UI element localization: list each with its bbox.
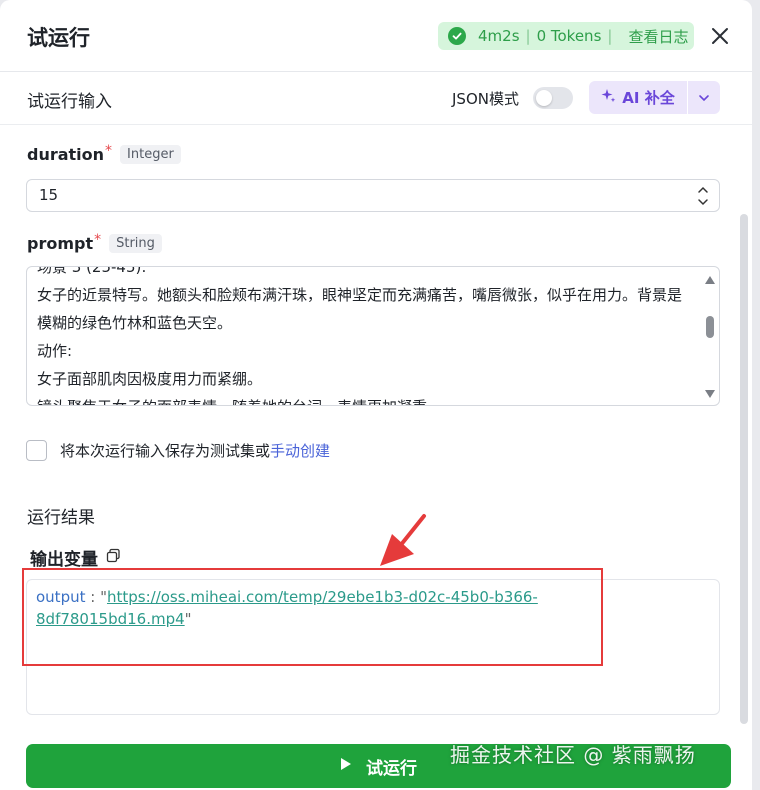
chevron-down-icon <box>699 94 709 101</box>
test-run-label: 试运行 <box>366 758 417 779</box>
save-testset-text: 将本次运行输入保存为测试集或 <box>60 442 271 460</box>
json-mode-toggle[interactable] <box>533 87 573 109</box>
prompt-field-label: prompt * String <box>27 231 162 253</box>
panel-title: 试运行 <box>27 26 90 50</box>
ai-complete-button[interactable]: AI 补全 <box>589 81 687 114</box>
run-status-badge: 4m2s | 0 Tokens | 查看日志 <box>438 22 694 50</box>
close-icon[interactable] <box>708 24 732 48</box>
duration-name: duration <box>27 145 105 164</box>
toggle-knob <box>536 90 552 106</box>
run-duration: 4m2s <box>478 27 520 45</box>
json-mode-label: JSON模式 <box>452 90 519 108</box>
prompt-name: prompt <box>27 234 94 253</box>
sparkle-icon <box>601 88 616 107</box>
textarea-scrollbar[interactable] <box>701 267 719 405</box>
status-divider: | <box>525 27 531 45</box>
duration-input[interactable]: 15 <box>26 179 720 212</box>
annotation-arrow-icon <box>380 514 426 566</box>
token-count: 0 Tokens <box>536 27 602 45</box>
required-mark: * <box>94 231 102 248</box>
duration-type-tag: Integer <box>120 145 181 164</box>
save-testset-checkbox[interactable] <box>26 440 47 461</box>
input-section-title: 试运行输入 <box>27 92 112 112</box>
stepper-icon[interactable] <box>697 183 709 209</box>
run-result-title: 运行结果 <box>27 508 95 528</box>
ai-options-dropdown[interactable] <box>688 81 720 114</box>
test-run-panel: 试运行 4m2s | 0 Tokens | 查看日志 试运行输入 JSON模式 … <box>0 0 752 790</box>
panel-header: 试运行 4m2s | 0 Tokens | 查看日志 <box>0 0 752 72</box>
prompt-type-tag: String <box>109 234 162 253</box>
input-section-header: 试运行输入 JSON模式 AI 补全 <box>0 72 752 125</box>
view-log-link[interactable]: 查看日志 <box>628 26 688 47</box>
output-variables-text: 输出变量 <box>30 550 98 570</box>
annotation-highlight-box <box>22 568 603 666</box>
save-as-testset-row: 将本次运行输入保存为测试集或 手动创建 <box>26 440 330 461</box>
prompt-textarea[interactable]: 场景 3 (25-45): 女子的近景特写。她额头和脸颊布满汗珠，眼神坚定而充满… <box>26 266 720 406</box>
status-divider: | <box>607 27 613 45</box>
watermark: 掘金技术社区 @ 紫雨飘扬 <box>450 743 696 767</box>
duration-value: 15 <box>39 186 59 204</box>
duration-field-label: duration * Integer <box>27 142 181 164</box>
success-check-icon <box>448 27 466 45</box>
ai-complete-label: AI 补全 <box>622 89 675 107</box>
required-mark: * <box>105 142 113 159</box>
play-icon <box>340 756 352 776</box>
prompt-value: 场景 3 (25-45): 女子的近景特写。她额头和脸颊布满汗珠，眼神坚定而充满… <box>37 266 683 405</box>
manual-create-link[interactable]: 手动创建 <box>270 440 330 461</box>
output-variables-label: 输出变量 <box>30 545 121 570</box>
panel-scrollbar[interactable] <box>740 214 748 724</box>
copy-icon[interactable] <box>106 548 121 568</box>
